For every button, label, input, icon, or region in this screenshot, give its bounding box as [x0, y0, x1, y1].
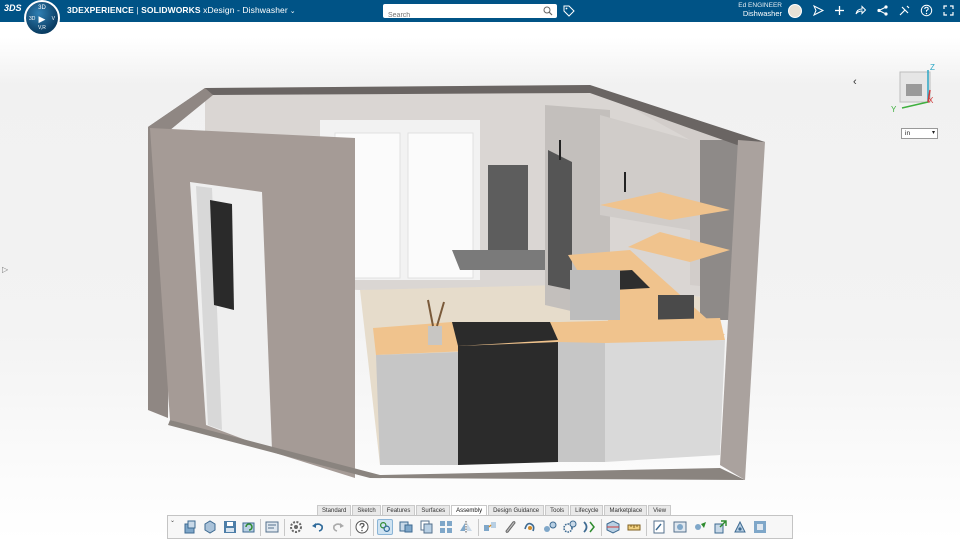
back-cabinet: [570, 270, 620, 320]
utensil-jar: [428, 326, 442, 345]
toolbar-separator: [601, 519, 602, 536]
plus-icon[interactable]: [833, 4, 846, 17]
dishwasher: [458, 342, 558, 465]
triad-x-label: X: [928, 96, 934, 105]
gear-mate-icon[interactable]: [562, 519, 578, 535]
network-share-icon[interactable]: [876, 4, 889, 17]
appearance-icon[interactable]: [752, 519, 768, 535]
pattern-icon[interactable]: [438, 519, 454, 535]
app-name: xDesign -: [200, 5, 243, 15]
triad-z-label: Z: [930, 63, 935, 72]
section-view-icon[interactable]: [605, 519, 621, 535]
brand-name: 3DEXPERIENCE: [67, 5, 134, 15]
mirror-component-icon[interactable]: [458, 519, 474, 535]
copy-component-icon[interactable]: [418, 519, 434, 535]
toolbar-separator: [284, 519, 285, 536]
3d-viewport[interactable]: ‹ ▷ Z Y X in ▾: [0, 22, 960, 540]
triad-y-axis: [901, 101, 929, 109]
toolbar-separator: [373, 519, 374, 536]
avatar[interactable]: [788, 4, 802, 18]
search-input[interactable]: [383, 8, 533, 23]
toolbar-separator: [646, 519, 647, 536]
top-bar: 3DS 3DEXPERIENCE | SOLIDWORKS xDesign - …: [0, 0, 960, 23]
share-icon[interactable]: [812, 4, 825, 17]
undo-icon[interactable]: [310, 519, 326, 535]
drawing-icon[interactable]: [651, 519, 667, 535]
publish-icon[interactable]: [732, 519, 748, 535]
smart-fastener-icon[interactable]: [502, 519, 518, 535]
interference-icon[interactable]: [522, 519, 538, 535]
rebuild-icon[interactable]: [241, 519, 257, 535]
export-icon[interactable]: [712, 519, 728, 535]
view-triad[interactable]: Z Y X: [888, 62, 948, 118]
door-glimpse: [210, 200, 234, 310]
compass[interactable]: 3D 3D ▶ V V,R: [24, 0, 60, 36]
tab-standard[interactable]: Standard: [317, 505, 352, 515]
settings-gear-icon[interactable]: [288, 519, 304, 535]
toolbar-separator: [350, 519, 351, 536]
tab-design-guidance[interactable]: Design Guidance: [488, 505, 545, 515]
render-icon[interactable]: [672, 519, 688, 535]
measure-icon[interactable]: [626, 519, 642, 535]
explode-icon[interactable]: [482, 519, 498, 535]
tab-assembly[interactable]: Assembly: [451, 505, 488, 515]
compass-north[interactable]: 3D: [26, 5, 58, 11]
unit-value: in: [905, 130, 911, 137]
simulation-icon[interactable]: [692, 519, 708, 535]
new-part-icon[interactable]: [202, 519, 218, 535]
help-icon[interactable]: [354, 519, 370, 535]
app-title: 3DEXPERIENCE | SOLIDWORKS xDesign - Dish…: [67, 5, 296, 15]
tab-sketch[interactable]: Sketch: [352, 505, 381, 515]
fullscreen-icon[interactable]: [942, 4, 955, 17]
document-name[interactable]: Dishwasher: [242, 5, 287, 15]
properties-icon[interactable]: [264, 519, 280, 535]
tools-icon[interactable]: [898, 4, 911, 17]
assembly-features-icon[interactable]: [542, 519, 558, 535]
tab-features[interactable]: Features: [381, 505, 416, 515]
side-panel-handle-icon[interactable]: ▷: [2, 265, 8, 274]
forward-share-icon[interactable]: [854, 4, 867, 17]
document-menu-chevron-icon[interactable]: ⌄: [290, 8, 296, 15]
action-bar-tabs: Standard Sketch Features Surfaces Assemb…: [317, 505, 672, 515]
tab-surfaces[interactable]: Surfaces: [416, 505, 451, 515]
tab-lifecycle[interactable]: Lifecycle: [570, 505, 604, 515]
save-icon[interactable]: [222, 519, 238, 535]
mate-icon[interactable]: [377, 519, 393, 535]
triad-y-label: Y: [891, 105, 897, 114]
collapse-panel-icon[interactable]: ‹: [853, 76, 863, 88]
toolbar-separator: [260, 519, 261, 536]
fridge-door: [548, 150, 572, 290]
user-context: Dishwasher: [742, 9, 782, 18]
cabinet-right: [605, 340, 725, 462]
tab-marketplace[interactable]: Marketplace: [604, 505, 648, 515]
chevron-down-icon[interactable]: ▾: [932, 129, 935, 138]
triad-preview: [906, 84, 922, 96]
flex-component-icon[interactable]: [581, 519, 597, 535]
kitchen-model[interactable]: [0, 22, 960, 540]
search-icon[interactable]: [543, 6, 553, 16]
help-icon[interactable]: [920, 4, 933, 17]
toolbar-separator: [478, 519, 479, 536]
action-bar-collapse-icon[interactable]: ⌄: [170, 517, 175, 524]
search-box[interactable]: [383, 4, 557, 23]
compass-east[interactable]: V: [52, 16, 55, 22]
action-bar: ⌄: [167, 515, 793, 539]
range-hood-chimney: [488, 165, 528, 250]
insert-component-icon[interactable]: [182, 519, 198, 535]
dassault-logo[interactable]: 3DS: [4, 3, 22, 19]
tag-icon[interactable]: [563, 5, 575, 17]
cabinet-middle: [558, 342, 605, 462]
compass-south[interactable]: V,R: [26, 25, 58, 31]
user-info[interactable]: Ed ENGINEER Dishwasher: [734, 2, 782, 18]
cabinet-left: [376, 352, 458, 465]
tab-tools[interactable]: Tools: [545, 505, 570, 515]
tab-view[interactable]: View: [648, 505, 672, 515]
redo-icon[interactable]: [330, 519, 346, 535]
user-name: Ed ENGINEER: [738, 2, 782, 9]
insert-part-icon[interactable]: [398, 519, 414, 535]
product-name: SOLIDWORKS: [141, 5, 201, 15]
unit-select[interactable]: in ▾: [901, 128, 938, 139]
